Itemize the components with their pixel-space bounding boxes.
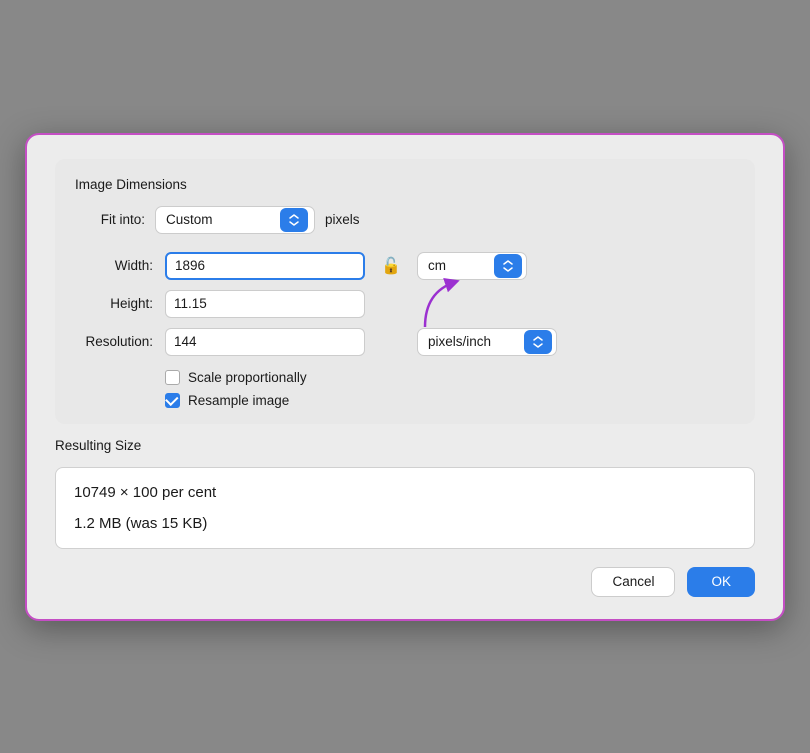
resolution-label: Resolution:	[75, 334, 157, 349]
width-input[interactable]	[165, 252, 365, 280]
ok-button[interactable]: OK	[687, 567, 755, 597]
fit-into-row: Fit into: Custom pixels	[75, 206, 735, 234]
fit-into-stepper[interactable]	[280, 208, 308, 232]
fit-into-value: Custom	[166, 212, 276, 227]
result-dimensions: 10749 × 100 per cent	[74, 484, 736, 501]
resolution-unit-value: pixels/inch	[428, 334, 520, 349]
result-filesize: 1.2 MB (was 15 KB)	[74, 515, 736, 532]
image-dimensions-dialog: Image Dimensions Fit into: Custom pixels…	[25, 133, 785, 621]
unit-value: cm	[428, 258, 490, 273]
width-row: Width: 🔓 cm	[75, 252, 735, 280]
resolution-unit-select[interactable]: pixels/inch	[417, 328, 557, 356]
unit-select[interactable]: cm	[417, 252, 527, 280]
lock-area: 🔓	[373, 256, 409, 276]
fit-into-label: Fit into:	[75, 212, 145, 227]
fit-into-unit-label: pixels	[325, 212, 360, 227]
resulting-size-label: Resulting Size	[55, 438, 755, 453]
resample-label: Resample image	[188, 393, 289, 408]
height-row: Height:	[75, 290, 735, 318]
height-input[interactable]	[165, 290, 365, 318]
resolution-row: Resolution: pixels/inch	[75, 328, 735, 356]
image-dimensions-section: Image Dimensions Fit into: Custom pixels…	[55, 159, 755, 424]
cancel-button[interactable]: Cancel	[591, 567, 675, 597]
fit-into-select[interactable]: Custom	[155, 206, 315, 234]
scale-row: Scale proportionally	[165, 370, 735, 385]
resolution-input[interactable]	[165, 328, 365, 356]
unit-stepper[interactable]	[494, 254, 522, 278]
resample-row: Resample image	[165, 393, 735, 408]
result-box: 10749 × 100 per cent 1.2 MB (was 15 KB)	[55, 467, 755, 549]
buttons-row: Cancel OK	[55, 567, 755, 597]
scale-checkbox[interactable]	[165, 370, 180, 385]
checkboxes-area: Scale proportionally Resample image	[75, 370, 735, 408]
height-label: Height:	[75, 296, 157, 311]
resulting-size-section: Resulting Size 10749 × 100 per cent 1.2 …	[55, 438, 755, 549]
fields-container: Width: 🔓 cm Height:	[75, 252, 735, 356]
resample-checkbox[interactable]	[165, 393, 180, 408]
resolution-unit-stepper[interactable]	[524, 330, 552, 354]
scale-label: Scale proportionally	[188, 370, 307, 385]
annotation-arrow	[365, 272, 485, 332]
lock-icon[interactable]: 🔓	[381, 256, 401, 276]
image-dimensions-label: Image Dimensions	[75, 177, 735, 192]
width-label: Width:	[75, 258, 157, 273]
